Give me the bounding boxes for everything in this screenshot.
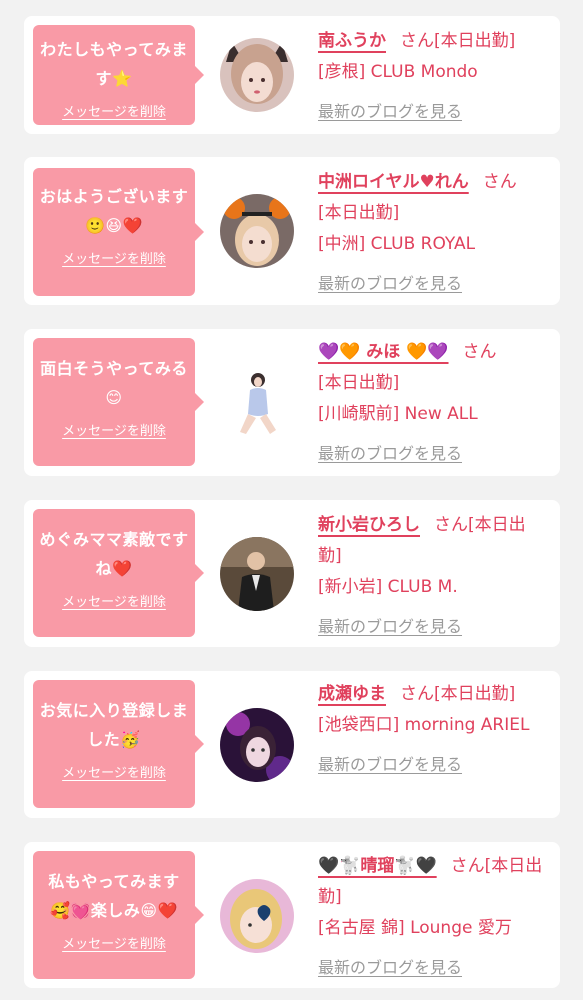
user-name-link[interactable]: 南ふうか <box>318 31 386 51</box>
message-text: お気に入り登録しました🥳 <box>39 701 189 749</box>
latest-blog-link[interactable]: 最新のブログを見る <box>318 611 548 642</box>
user-name-link[interactable]: 💜🧡 みほ 🧡💜 <box>318 342 449 362</box>
shop-name: [池袋西口] morning ARIEL <box>318 715 530 735</box>
delete-message-link[interactable]: メッセージを削除 <box>62 933 166 952</box>
avatar[interactable] <box>220 194 294 268</box>
notification-card: おはようございます🙂😆❤️ メッセージを削除 中洲ロイヤル♥れん さん [本日出勤… <box>24 157 560 305</box>
message-bubble: お気に入り登録しました🥳 メッセージを削除 <box>33 680 204 808</box>
blonde-heart-avatar-icon <box>220 879 294 953</box>
user-info: 🖤🐩晴瑠🐩🖤 さん[本日出勤] [名古屋 錦] Lounge 愛万 最新のブログを… <box>318 851 548 983</box>
work-status: [本日出勤] <box>434 684 516 704</box>
user-info: 💜🧡 みほ 🧡💜 さん [本日出勤] [川崎駅前] New ALL 最新のブログを… <box>318 337 548 469</box>
shop-name: [新小岩] CLUB M. <box>318 577 458 597</box>
latest-blog-link[interactable]: 最新のブログを見る <box>318 952 548 983</box>
work-status: [本日出勤] <box>434 31 516 51</box>
message-bubble: わたしもやってみます⭐ メッセージを削除 <box>33 25 204 125</box>
message-bubble: おはようございます🙂😆❤️ メッセージを削除 <box>33 168 204 296</box>
delete-message-link[interactable]: メッセージを削除 <box>62 248 166 267</box>
message-bubble: 面白そうやってみる😊 メッセージを削除 <box>33 338 204 466</box>
user-name-link[interactable]: 新小岩ひろし <box>318 515 420 535</box>
avatar[interactable] <box>220 537 294 611</box>
user-name-link[interactable]: 中洲ロイヤル♥れん <box>318 172 469 192</box>
honorific: さん <box>400 684 434 704</box>
user-name-link[interactable]: 成瀬ゆま <box>318 684 386 704</box>
message-text: おはようございます🙂😆❤️ <box>39 187 189 235</box>
user-info: 成瀬ゆま さん[本日出勤] [池袋西口] morning ARIEL 最新のブログ… <box>318 679 548 780</box>
user-name-link[interactable]: 🖤🐩晴瑠🐩🖤 <box>318 856 437 876</box>
latest-blog-link[interactable]: 最新のブログを見る <box>318 96 548 127</box>
user-info: 新小岩ひろし さん[本日出勤] [新小岩] CLUB M. 最新のブログを見る <box>318 510 548 642</box>
message-text: 私もやってみます🥰💓楽しみ😁❤️ <box>48 872 180 920</box>
delete-message-link[interactable]: メッセージを削除 <box>62 762 166 781</box>
pumpkin-headband-avatar-icon <box>220 194 294 268</box>
man-in-suit-avatar-icon <box>220 537 294 611</box>
notification-card: わたしもやってみます⭐ メッセージを削除 南ふうか さん[本日出勤] [彦根] C… <box>24 16 560 134</box>
notification-card: お気に入り登録しました🥳 メッセージを削除 成瀬ゆま さん[本日出勤] [池袋西口… <box>24 671 560 818</box>
notification-card: めぐみママ素敵ですね❤️ メッセージを削除 新小岩ひろし さん[本日出勤] [新小… <box>24 500 560 647</box>
user-info: 中洲ロイヤル♥れん さん [本日出勤] [中洲] CLUB ROYAL 最新のブロ… <box>318 167 548 299</box>
honorific: さん <box>400 31 434 51</box>
avatar[interactable] <box>220 708 294 782</box>
notification-card: 面白そうやってみる😊 メッセージを削除 💜🧡 みほ 🧡💜 さん [本日出勤] [川… <box>24 329 560 476</box>
delete-message-link[interactable]: メッセージを削除 <box>62 420 166 439</box>
latest-blog-link[interactable]: 最新のブログを見る <box>318 268 548 299</box>
work-status: [本日出勤] <box>318 373 400 393</box>
shop-name: [彦根] CLUB Mondo <box>318 62 478 82</box>
shop-name: [川崎駅前] New ALL <box>318 404 478 424</box>
cat-ear-girl-avatar-icon <box>220 38 294 112</box>
honorific: さん <box>434 515 468 535</box>
work-status: [本日出勤] <box>318 203 400 223</box>
honorific: さん <box>462 342 497 362</box>
shop-name: [中洲] CLUB ROYAL <box>318 234 476 254</box>
avatar[interactable] <box>220 879 294 953</box>
message-text: 面白そうやってみる😊 <box>40 359 188 407</box>
message-bubble: 私もやってみます🥰💓楽しみ😁❤️ メッセージを削除 <box>33 851 204 979</box>
honorific: さん <box>450 856 485 876</box>
shop-name: [名古屋 錦] Lounge 愛万 <box>318 918 512 938</box>
user-info: 南ふうか さん[本日出勤] [彦根] CLUB Mondo 最新のブログを見る <box>318 26 548 127</box>
latest-blog-link[interactable]: 最新のブログを見る <box>318 749 548 780</box>
message-bubble: めぐみママ素敵ですね❤️ メッセージを削除 <box>33 509 204 637</box>
notification-card: 私もやってみます🥰💓楽しみ😁❤️ メッセージを削除 🖤🐩晴瑠🐩🖤 さん[本日出勤]… <box>24 842 560 988</box>
avatar[interactable] <box>220 366 294 440</box>
latest-blog-link[interactable]: 最新のブログを見る <box>318 438 548 469</box>
seated-woman-avatar-icon <box>220 366 294 440</box>
avatar[interactable] <box>220 38 294 112</box>
delete-message-link[interactable]: メッセージを削除 <box>62 591 166 610</box>
honorific: さん <box>482 172 517 192</box>
message-text: わたしもやってみます⭐ <box>40 40 188 88</box>
delete-message-link[interactable]: メッセージを削除 <box>62 101 166 120</box>
purple-light-avatar-icon <box>220 708 294 782</box>
message-text: めぐみママ素敵ですね❤️ <box>39 530 189 578</box>
